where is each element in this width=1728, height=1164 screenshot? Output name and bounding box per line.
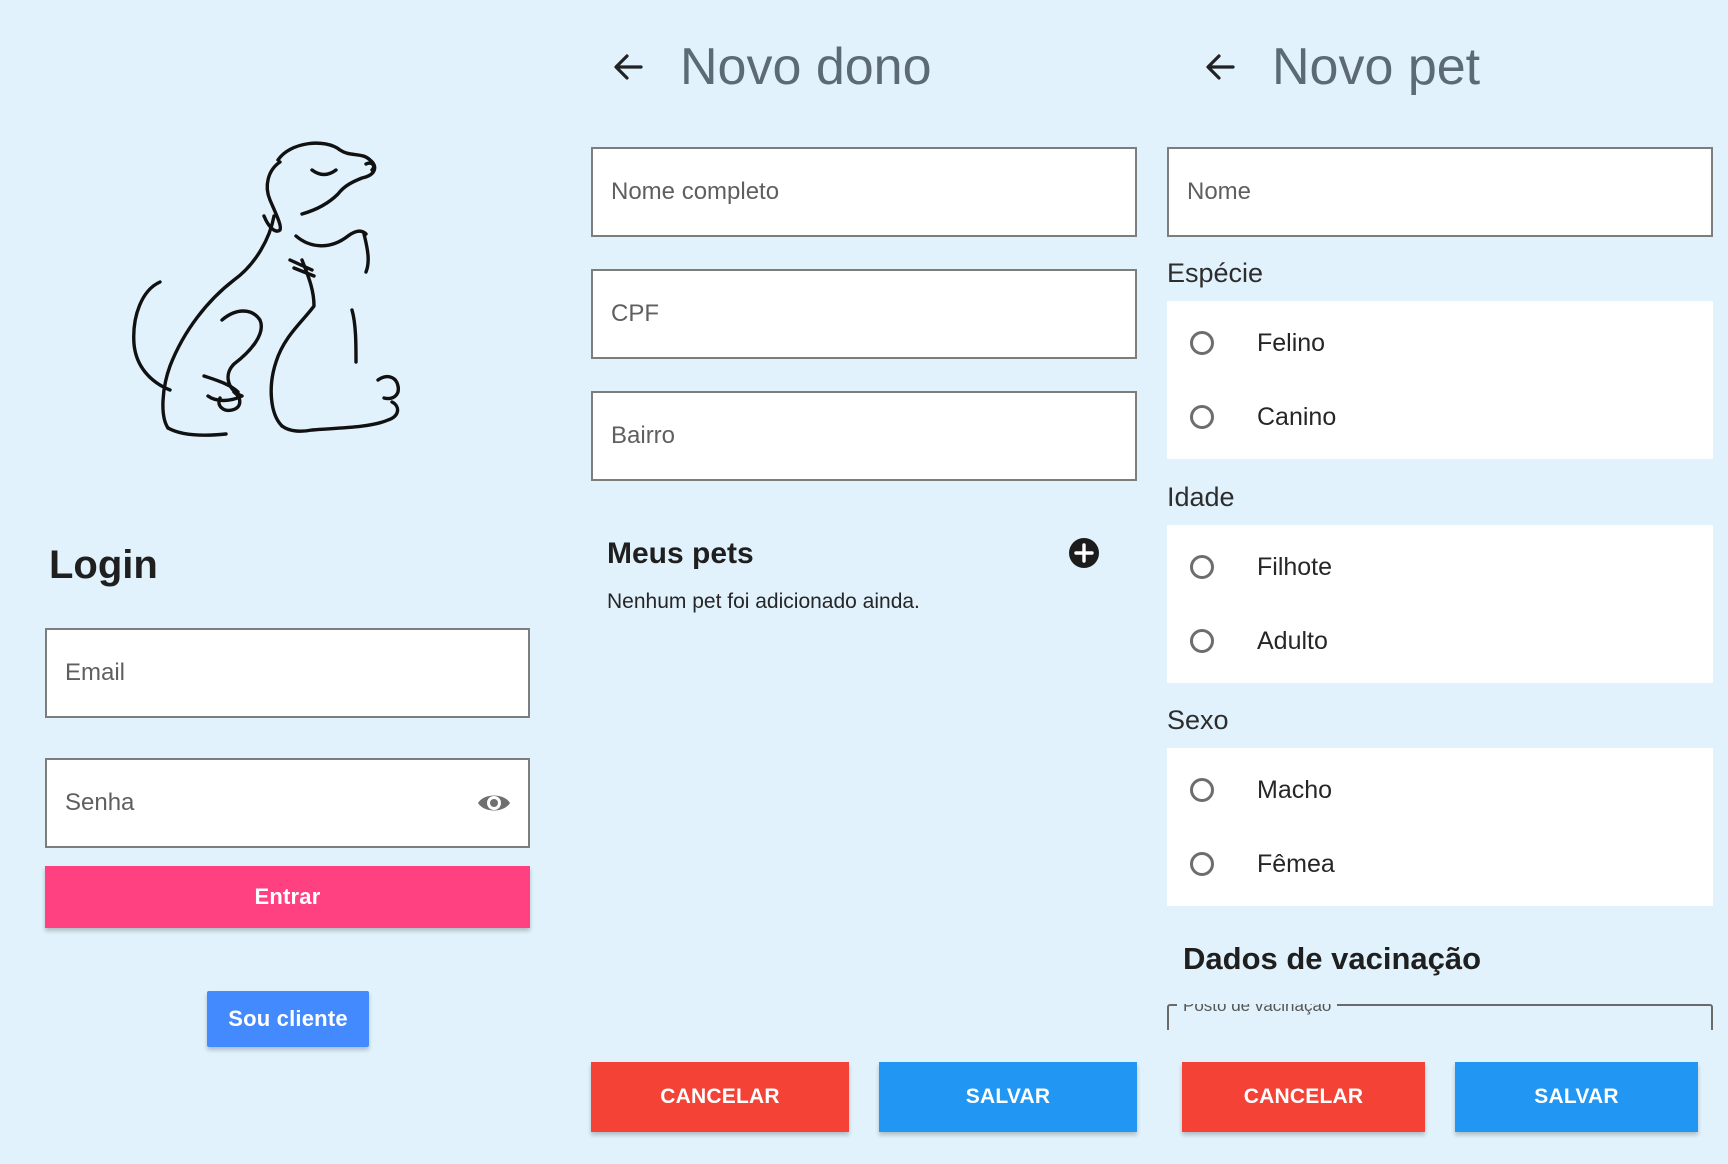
- eye-icon[interactable]: [476, 790, 512, 816]
- radio-option-filhote[interactable]: Filhote: [1167, 537, 1713, 597]
- empty-pets-message: Nenhum pet foi adicionado ainda.: [607, 590, 920, 613]
- radio-label: Felino: [1257, 328, 1326, 357]
- radio-label: Macho: [1257, 775, 1333, 804]
- vaccination-post-label: Posto de vacinação: [1177, 1004, 1338, 1016]
- radio-option-macho[interactable]: Macho: [1167, 760, 1713, 820]
- email-input[interactable]: [47, 659, 528, 687]
- back-arrow-icon[interactable]: [1200, 47, 1240, 87]
- radio-option-felino[interactable]: Felino: [1167, 313, 1713, 373]
- radio-button[interactable]: [1190, 331, 1214, 355]
- species-radio-group: Felino Canino: [1167, 301, 1713, 459]
- my-pets-heading: Meus pets: [607, 537, 754, 570]
- radio-button[interactable]: [1190, 629, 1214, 653]
- sex-label: Sexo: [1167, 705, 1229, 735]
- radio-option-femea[interactable]: Fêmea: [1167, 834, 1713, 894]
- cpf-field[interactable]: [591, 269, 1137, 359]
- owner-cancel-button[interactable]: CANCELAR: [591, 1062, 849, 1132]
- pet-page-title: Novo pet: [1272, 38, 1481, 96]
- vaccination-post-field[interactable]: Posto de vacinação: [1167, 1004, 1713, 1030]
- pet-name-input[interactable]: [1169, 178, 1711, 206]
- cpf-input[interactable]: [593, 300, 1135, 328]
- dog-logo: [132, 141, 400, 437]
- pet-cancel-button[interactable]: CANCELAR: [1182, 1062, 1425, 1132]
- pet-save-button[interactable]: SALVAR: [1455, 1062, 1698, 1132]
- password-input[interactable]: [47, 789, 528, 817]
- login-heading: Login: [49, 543, 158, 587]
- species-label: Espécie: [1167, 258, 1264, 288]
- radio-button[interactable]: [1190, 405, 1214, 429]
- owner-save-button[interactable]: SALVAR: [879, 1062, 1137, 1132]
- neighborhood-input[interactable]: [593, 422, 1135, 450]
- pet-name-field[interactable]: [1167, 147, 1713, 237]
- password-field[interactable]: [45, 758, 530, 848]
- radio-button[interactable]: [1190, 778, 1214, 802]
- add-circle-icon[interactable]: [1068, 537, 1100, 569]
- radio-label: Canino: [1257, 402, 1337, 431]
- email-field[interactable]: [45, 628, 530, 718]
- radio-label: Filhote: [1257, 552, 1333, 581]
- full-name-input[interactable]: [593, 178, 1135, 206]
- enter-button[interactable]: Entrar: [45, 866, 530, 928]
- back-arrow-icon[interactable]: [608, 47, 648, 87]
- radio-option-canino[interactable]: Canino: [1167, 387, 1713, 447]
- radio-label: Adulto: [1257, 626, 1328, 655]
- vaccination-heading: Dados de vacinação: [1183, 941, 1482, 976]
- radio-option-adulto[interactable]: Adulto: [1167, 611, 1713, 671]
- neighborhood-field[interactable]: [591, 391, 1137, 481]
- full-name-field[interactable]: [591, 147, 1137, 237]
- radio-label: Fêmea: [1257, 849, 1335, 878]
- radio-button[interactable]: [1190, 555, 1214, 579]
- sex-radio-group: Macho Fêmea: [1167, 748, 1713, 906]
- client-button[interactable]: Sou cliente: [207, 991, 369, 1047]
- radio-button[interactable]: [1190, 852, 1214, 876]
- owner-page-title: Novo dono: [680, 38, 932, 96]
- age-label: Idade: [1167, 482, 1235, 512]
- age-radio-group: Filhote Adulto: [1167, 525, 1713, 683]
